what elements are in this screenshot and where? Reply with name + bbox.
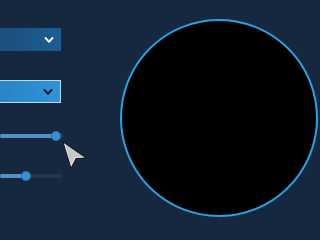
slider-thumb[interactable] [21,171,31,181]
slider-1[interactable] [0,131,64,141]
chevron-down-icon [43,88,53,95]
slider-thumb[interactable] [51,131,61,141]
chevron-down-icon [44,36,54,43]
circular-preview [120,19,318,217]
arrow-cursor-icon [62,141,88,169]
dropdown-select-1[interactable] [0,28,61,51]
slider-fill [0,134,56,138]
dropdown-select-2[interactable] [0,80,61,103]
slider-2[interactable] [0,171,62,181]
